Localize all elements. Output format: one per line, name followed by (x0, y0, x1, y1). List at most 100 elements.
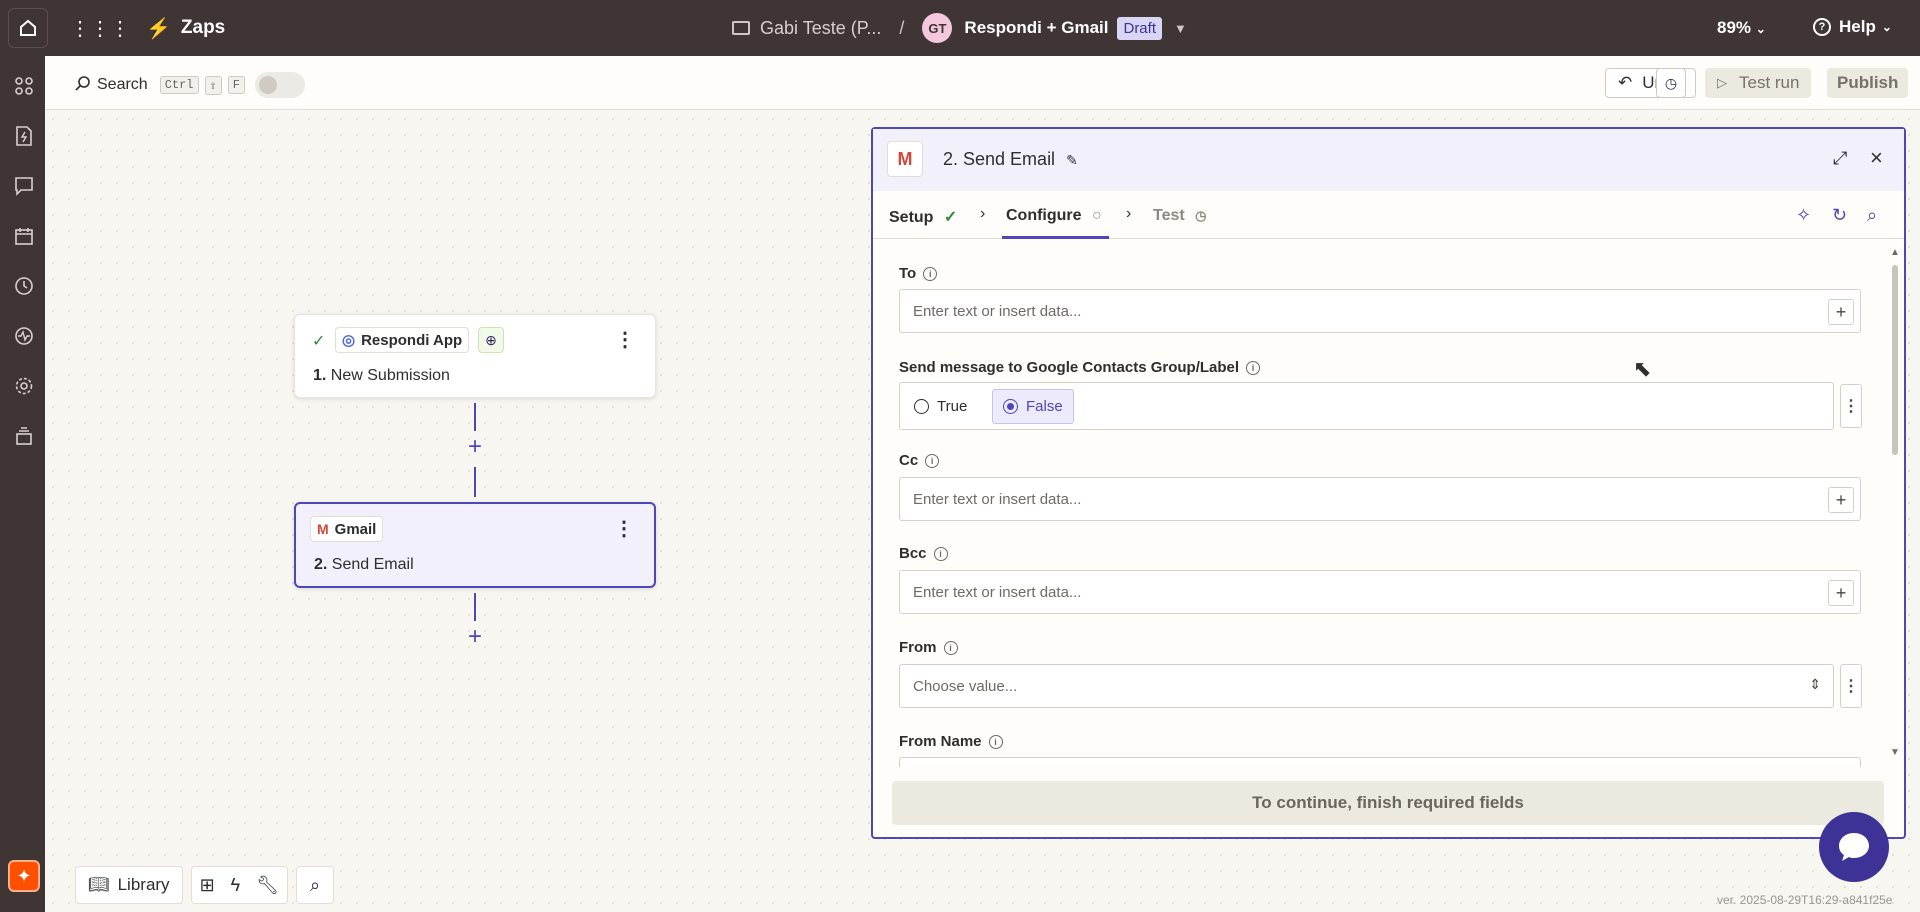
insert-data-plus-icon[interactable]: + (1828, 299, 1854, 325)
search-icon (75, 75, 91, 96)
layout-icon[interactable]: ⊞ (200, 875, 215, 896)
layers-icon[interactable] (14, 426, 34, 446)
wrench-icon[interactable]: 🔧︎ (256, 875, 279, 896)
scroll-thumb[interactable] (1892, 265, 1898, 455)
shortcut-key-f: F (227, 76, 245, 94)
gmail-logo-icon: M (887, 141, 923, 177)
from-name-input[interactable] (899, 757, 1861, 767)
step-card-trigger[interactable]: ✓ ◎ Respondi App ⊕ ⋮ 1. New Submission (294, 314, 656, 398)
step-card-action[interactable]: M Gmail ⋮ 2. Send Email (294, 502, 656, 588)
scroll-up-icon[interactable]: ▲ (1890, 247, 1900, 258)
publish-button[interactable]: Publish (1827, 68, 1909, 98)
history-icon[interactable] (14, 276, 34, 296)
insert-data-plus-icon[interactable]: + (1828, 487, 1854, 513)
activity-icon[interactable] (14, 326, 34, 346)
chat-icon[interactable] (14, 176, 34, 196)
placeholder: Enter text or insert data... (913, 491, 1082, 508)
field-label-send-to-group: Send message to Google Contacts Group/La… (899, 359, 1261, 376)
app-grid-icon[interactable]: ⋮⋮⋮ (70, 16, 130, 41)
insert-data-plus-icon[interactable]: + (1828, 580, 1854, 606)
zap-file-icon[interactable] (14, 126, 34, 146)
continue-button[interactable]: To continue, finish required fields (892, 781, 1884, 825)
test-run-button[interactable]: ▷ Test run (1705, 68, 1812, 98)
bottom-toolbar: 📖︎ Library ⊞ ϟ 🔧︎ ⌕ (75, 866, 335, 904)
info-icon[interactable]: i (933, 546, 948, 561)
info-icon[interactable]: i (925, 453, 940, 468)
settings-icon[interactable] (14, 376, 34, 396)
label-text: To (899, 265, 917, 282)
field-options-kebab-icon[interactable]: ⋮ (1840, 384, 1862, 428)
app-chip-respondi: ◎ Respondi App (335, 327, 470, 353)
app-title[interactable]: Zaps (181, 17, 225, 39)
panel-title[interactable]: 2. Send Email ✎ (943, 149, 1078, 170)
clock-icon: ◷ (1195, 208, 1207, 223)
search-button[interactable]: Search Ctrl ⇧ F (75, 72, 305, 98)
chevron-right-icon: › (1126, 205, 1132, 222)
add-step-icon[interactable]: + (468, 625, 482, 649)
cc-input[interactable]: Enter text or insert data... + (899, 477, 1861, 521)
info-icon[interactable]: i (943, 640, 958, 655)
version-text: ver. 2025-08-29T16:29-a841f25e (1717, 893, 1893, 907)
zoom-value: 89% (1717, 18, 1752, 37)
check-icon: ✓ (312, 333, 326, 350)
label-text: Send message to Google Contacts Group/La… (899, 359, 1240, 376)
undo-icon: ↶ (1618, 73, 1633, 92)
tab-configure[interactable]: Configure ○ (1006, 207, 1102, 225)
field-options-kebab-icon[interactable]: ⋮ (1840, 664, 1862, 708)
zap-name[interactable]: Respondi + Gmail (964, 18, 1108, 38)
bolt-icon[interactable]: ϟ (231, 875, 241, 896)
edit-pencil-icon[interactable]: ✎ (1066, 152, 1078, 168)
tab-setup[interactable]: Setup ✓ (889, 207, 957, 227)
scroll-down-icon[interactable]: ▼ (1890, 747, 1900, 758)
configure-form: To i Enter text or insert data... + Send… (873, 239, 1904, 767)
breadcrumb-folder[interactable]: Gabi Teste (P... (760, 18, 881, 39)
library-button[interactable]: 📖︎ Library (75, 866, 183, 904)
radio-true[interactable]: True (904, 389, 977, 424)
expand-icon[interactable]: ⤢ (1833, 148, 1847, 169)
avatar: GT (922, 13, 953, 43)
chevron-right-icon: › (980, 205, 986, 222)
apps-icon[interactable] (14, 76, 34, 96)
close-icon[interactable]: × (1870, 145, 1883, 171)
step-menu-icon[interactable]: ⋮ (615, 327, 635, 352)
chevron-down-icon[interactable]: ▼ (1174, 21, 1187, 36)
radio-circle-selected (1003, 399, 1018, 414)
label-text: From Name (899, 733, 982, 750)
to-input[interactable]: Enter text or insert data... + (899, 289, 1861, 333)
info-icon[interactable]: i (1246, 360, 1261, 375)
from-select[interactable]: Choose value... ⇕ (899, 664, 1834, 708)
check-icon: ✓ (943, 209, 958, 226)
home-icon[interactable] (8, 8, 48, 48)
scrollbar[interactable]: ▲ ▼ (1890, 247, 1900, 758)
ai-sparkle-icon[interactable]: ✧ (1796, 205, 1811, 226)
pending-circle-icon: ○ (1092, 207, 1102, 224)
info-icon[interactable]: i (988, 734, 1003, 749)
add-step-icon[interactable]: + (468, 435, 482, 459)
refresh-icon[interactable]: ↻ (1832, 205, 1847, 226)
placeholder: Enter text or insert data... (913, 584, 1082, 601)
chat-support-button[interactable] (1819, 812, 1889, 882)
step-number: 1. (313, 367, 327, 384)
bcc-input[interactable]: Enter text or insert data... + (899, 570, 1861, 614)
breadcrumb: Gabi Teste (P... / GT Respondi + Gmail D… (732, 0, 1187, 56)
zoom-dropdown[interactable]: 89% ⌄ (1717, 18, 1766, 38)
search-icon[interactable]: ⌕ (1867, 205, 1877, 226)
connector-line (474, 403, 476, 431)
copilot-sparkle-icon[interactable]: ✦ (8, 860, 40, 892)
version-history-icon[interactable]: ◷ (1656, 68, 1686, 98)
radio-false[interactable]: False (992, 389, 1074, 424)
calendar-icon[interactable] (14, 226, 34, 246)
label-text: Bcc (899, 545, 927, 562)
canvas-search-icon[interactable]: ⌕ (296, 866, 335, 904)
breadcrumb-separator: / (899, 17, 905, 38)
tab-label: Setup (889, 209, 934, 226)
step-menu-icon[interactable]: ⋮ (614, 516, 634, 541)
tab-test[interactable]: Test ◷ (1153, 207, 1207, 225)
toggle-switch[interactable] (254, 72, 305, 98)
field-label-from-name: From Name i (899, 733, 1003, 750)
connector-line (474, 467, 476, 497)
app-chip-gmail: M Gmail (310, 516, 384, 542)
canvas-tools: ⊞ ϟ 🔧︎ (190, 866, 289, 904)
help-button[interactable]: ? Help ⌄ (1813, 17, 1892, 37)
info-icon[interactable]: i (923, 266, 938, 281)
